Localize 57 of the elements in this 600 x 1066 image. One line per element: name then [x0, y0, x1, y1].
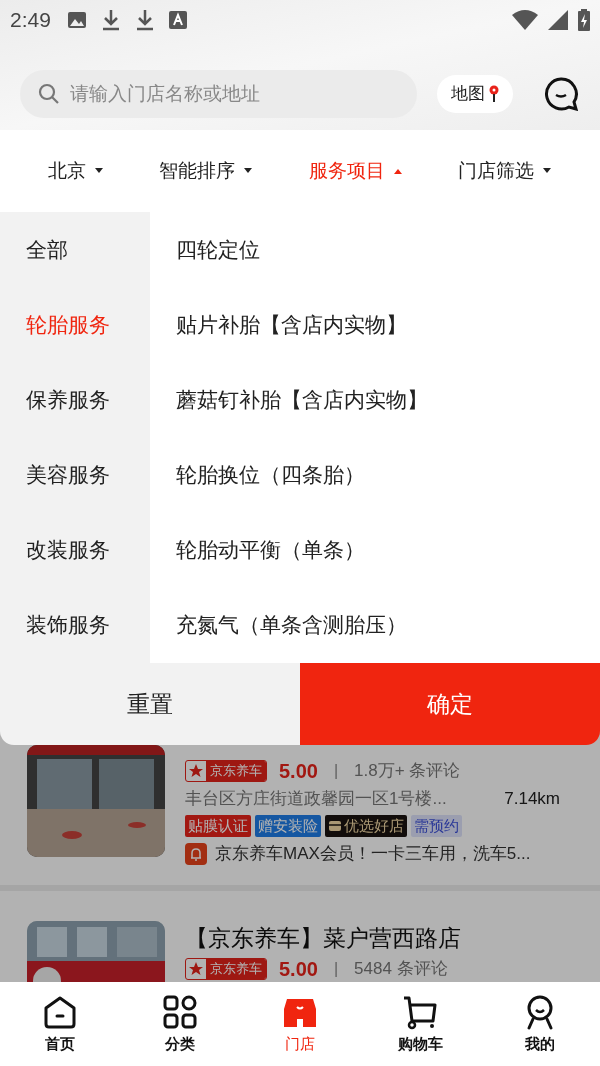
- download-icon: [134, 9, 155, 31]
- reset-button[interactable]: 重置: [0, 663, 300, 745]
- category-item[interactable]: 保养服务: [0, 362, 150, 437]
- service-item[interactable]: 贴片补胎【含店内实物】: [150, 287, 600, 362]
- confirm-button[interactable]: 确定: [300, 663, 600, 745]
- service-item[interactable]: 充氮气（单条含测胎压）: [150, 587, 600, 662]
- download-icon: [100, 9, 121, 31]
- wifi-icon: [512, 10, 538, 30]
- caret-icon: [243, 168, 254, 174]
- rating: 5.00: [279, 759, 318, 784]
- chat-icon[interactable]: [544, 77, 578, 111]
- store-tag: 优选好店: [325, 815, 407, 837]
- filter-tab[interactable]: 北京: [47, 156, 104, 186]
- nav-tab[interactable]: 首页: [10, 992, 110, 1056]
- image-icon: [66, 10, 87, 30]
- caret-icon: [93, 168, 104, 174]
- keyboard-icon: [168, 11, 187, 29]
- filter-tab[interactable]: 智能排序: [159, 156, 254, 186]
- caret-icon: [392, 168, 403, 174]
- nav-tab[interactable]: 我的: [490, 992, 590, 1056]
- map-button[interactable]: 地图: [437, 75, 513, 113]
- search-icon: [38, 83, 60, 105]
- promo-text: 京东养车MAX会员！一卡三车用，洗车5...: [215, 843, 531, 866]
- bell-icon: [185, 843, 207, 865]
- rating: 5.00: [279, 957, 318, 982]
- caret-icon: [542, 168, 553, 174]
- brand-badge: 京东养车: [185, 760, 267, 782]
- address: 丰台区方庄街道政馨园一区1号楼...: [185, 788, 447, 811]
- brand-badge: 京东养车: [185, 958, 267, 980]
- service-item[interactable]: 蘑菇钉补胎【含店内实物】: [150, 362, 600, 437]
- review-count: 1.8万+ 条评论: [354, 760, 461, 783]
- store-tag: 赠安装险: [255, 815, 321, 837]
- nav-tab[interactable]: 购物车: [370, 992, 470, 1056]
- service-item[interactable]: 轮胎换位（四条胎）: [150, 437, 600, 512]
- service-item[interactable]: 轮胎动平衡（单条）: [150, 512, 600, 587]
- nav-tab[interactable]: 分类: [130, 992, 230, 1056]
- location-pin-icon: [489, 85, 499, 103]
- store-tag: 需预约: [411, 815, 462, 837]
- service-item[interactable]: 四轮定位: [150, 212, 600, 287]
- filter-tab[interactable]: 门店筛选: [458, 156, 553, 186]
- clock: 2:49: [10, 7, 51, 34]
- category-item[interactable]: 美容服务: [0, 437, 150, 512]
- category-item[interactable]: 全部: [0, 212, 150, 287]
- store-tag: 贴膜认证: [185, 815, 251, 837]
- battery-icon: [578, 9, 590, 31]
- category-item[interactable]: 改装服务: [0, 512, 150, 587]
- signal-icon: [548, 10, 568, 30]
- review-count: 5484 条评论: [354, 958, 448, 981]
- store-title[interactable]: 【京东养车】菜户营西路店: [185, 921, 560, 955]
- distance: 7.14km: [504, 788, 560, 811]
- separator: |: [333, 761, 339, 781]
- filter-tab[interactable]: 服务项目: [308, 156, 403, 186]
- search-field[interactable]: 请输入门店名称或地址: [20, 70, 417, 118]
- shop-icon: [328, 819, 342, 833]
- category-item[interactable]: 装饰服务: [0, 587, 150, 662]
- separator: |: [333, 959, 339, 979]
- nav-tab[interactable]: 门店: [250, 992, 350, 1056]
